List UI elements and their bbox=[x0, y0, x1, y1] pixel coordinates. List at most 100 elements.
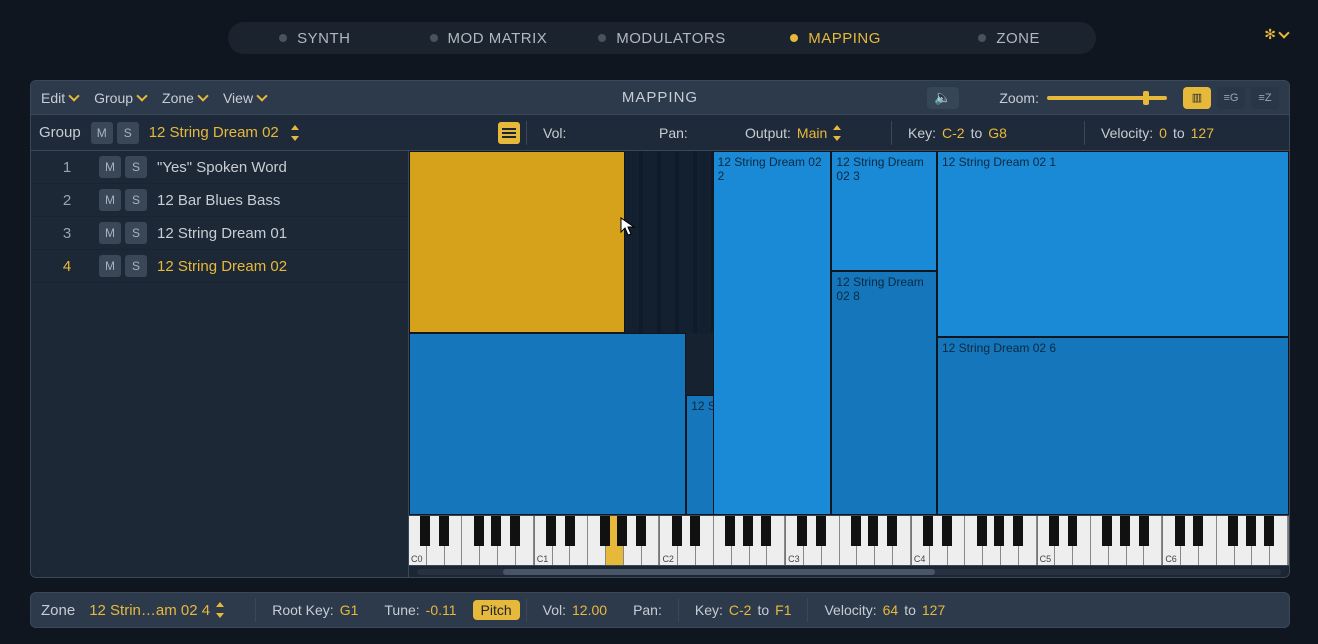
zoom-slider[interactable] bbox=[1047, 96, 1167, 100]
group-solo-button[interactable]: S bbox=[117, 122, 139, 144]
view-button-2[interactable]: ≡Z bbox=[1251, 87, 1279, 109]
tab-synth[interactable]: SYNTH bbox=[228, 30, 402, 47]
zone-box[interactable]: 12 String Dream 02 6 bbox=[937, 337, 1289, 515]
white-key[interactable] bbox=[498, 516, 516, 565]
list-view-button[interactable] bbox=[498, 122, 520, 144]
white-key[interactable] bbox=[930, 516, 948, 565]
white-key[interactable] bbox=[462, 516, 480, 565]
menu-view[interactable]: View bbox=[223, 90, 266, 106]
white-key[interactable] bbox=[516, 516, 534, 565]
zone-box[interactable]: 12 String Dream 02 8 bbox=[831, 271, 937, 515]
white-key[interactable] bbox=[1001, 516, 1019, 565]
zone-box[interactable] bbox=[409, 333, 686, 515]
octave[interactable]: C6 bbox=[1163, 516, 1289, 565]
menu-edit[interactable]: Edit bbox=[41, 90, 78, 106]
white-key[interactable] bbox=[1235, 516, 1253, 565]
zone-key-hi[interactable]: F1 bbox=[775, 602, 791, 618]
zone-select[interactable]: 12 Strin…am 02 4 bbox=[89, 602, 249, 619]
white-key[interactable] bbox=[678, 516, 696, 565]
settings-menu[interactable]: ✻ bbox=[1264, 26, 1288, 43]
white-key[interactable] bbox=[1199, 516, 1217, 565]
white-key[interactable] bbox=[767, 516, 785, 565]
white-key[interactable] bbox=[948, 516, 966, 565]
octave[interactable]: C2 bbox=[660, 516, 786, 565]
view-button-0[interactable]: ▥ bbox=[1183, 87, 1211, 109]
row-solo-button[interactable]: S bbox=[125, 222, 147, 244]
menu-zone[interactable]: Zone bbox=[162, 90, 207, 106]
white-key[interactable] bbox=[1252, 516, 1270, 565]
group-row[interactable]: 1MS"Yes" Spoken Word bbox=[31, 151, 408, 184]
white-key[interactable] bbox=[1127, 516, 1145, 565]
octave[interactable]: C5 bbox=[1038, 516, 1164, 565]
zone-box[interactable]: 12 String Dream 02 2 bbox=[713, 151, 832, 515]
white-key[interactable] bbox=[624, 516, 642, 565]
white-key[interactable] bbox=[480, 516, 498, 565]
root-key-value[interactable]: G1 bbox=[340, 602, 359, 618]
audition-button[interactable]: 🔈 bbox=[927, 87, 959, 109]
octave[interactable]: C0 bbox=[409, 516, 535, 565]
group-row[interactable]: 4MS12 String Dream 02 bbox=[31, 250, 408, 283]
view-button-1[interactable]: ≡G bbox=[1217, 87, 1245, 109]
white-key[interactable] bbox=[553, 516, 571, 565]
white-key[interactable] bbox=[1055, 516, 1073, 565]
white-key[interactable] bbox=[696, 516, 714, 565]
white-key[interactable] bbox=[1181, 516, 1199, 565]
tab-zone[interactable]: ZONE bbox=[922, 30, 1096, 47]
zone-velocity-hi[interactable]: 127 bbox=[922, 602, 945, 618]
white-key[interactable] bbox=[857, 516, 875, 565]
group-mute-button[interactable]: M bbox=[91, 122, 113, 144]
white-key[interactable] bbox=[1091, 516, 1109, 565]
white-key[interactable] bbox=[445, 516, 463, 565]
velocity-hi[interactable]: 127 bbox=[1191, 125, 1214, 141]
white-key[interactable] bbox=[875, 516, 893, 565]
white-key[interactable] bbox=[732, 516, 750, 565]
white-key[interactable] bbox=[1073, 516, 1091, 565]
group-row[interactable]: 3MS12 String Dream 01 bbox=[31, 217, 408, 250]
white-key[interactable] bbox=[840, 516, 858, 565]
zone-velocity-lo[interactable]: 64 bbox=[883, 602, 899, 618]
white-key[interactable] bbox=[1109, 516, 1127, 565]
white-key[interactable] bbox=[1217, 516, 1235, 565]
white-key[interactable] bbox=[588, 516, 606, 565]
white-key[interactable] bbox=[427, 516, 445, 565]
zone-key-lo[interactable]: C-2 bbox=[729, 602, 752, 618]
white-key[interactable] bbox=[1270, 516, 1288, 565]
white-key[interactable] bbox=[965, 516, 983, 565]
pitch-button[interactable]: Pitch bbox=[473, 600, 520, 620]
white-key[interactable] bbox=[983, 516, 1001, 565]
velocity-lo[interactable]: 0 bbox=[1159, 125, 1167, 141]
octave[interactable]: C3 bbox=[786, 516, 912, 565]
keyboard[interactable]: C0C1C2C3C4C5C6 bbox=[409, 515, 1289, 565]
output-value[interactable]: Main bbox=[797, 125, 827, 141]
stepper-icon[interactable] bbox=[833, 125, 843, 141]
tab-modulators[interactable]: MODULATORS bbox=[575, 30, 749, 47]
white-key[interactable] bbox=[804, 516, 822, 565]
white-key[interactable] bbox=[893, 516, 911, 565]
white-key[interactable] bbox=[1019, 516, 1037, 565]
white-key[interactable] bbox=[642, 516, 660, 565]
key-lo[interactable]: C-2 bbox=[942, 125, 965, 141]
white-key[interactable] bbox=[570, 516, 588, 565]
white-key[interactable] bbox=[606, 516, 624, 565]
zone-box[interactable] bbox=[409, 151, 625, 333]
zone-vol-value[interactable]: 12.00 bbox=[572, 602, 607, 618]
row-mute-button[interactable]: M bbox=[99, 222, 121, 244]
row-solo-button[interactable]: S bbox=[125, 255, 147, 277]
white-key[interactable] bbox=[750, 516, 768, 565]
zone-canvas[interactable]: 12 String Dream 02 712 String Dream 02 2… bbox=[409, 151, 1289, 515]
octave[interactable]: C4 bbox=[912, 516, 1038, 565]
row-solo-button[interactable]: S bbox=[125, 189, 147, 211]
group-row[interactable]: 2MS12 Bar Blues Bass bbox=[31, 184, 408, 217]
white-key[interactable] bbox=[714, 516, 732, 565]
key-hi[interactable]: G8 bbox=[988, 125, 1007, 141]
horizontal-scrollbar[interactable] bbox=[409, 565, 1289, 577]
zone-box[interactable]: 12 String Dream 02 3 bbox=[831, 151, 937, 271]
white-key[interactable] bbox=[822, 516, 840, 565]
row-mute-button[interactable]: M bbox=[99, 189, 121, 211]
tab-mod-matrix[interactable]: MOD MATRIX bbox=[402, 30, 576, 47]
row-mute-button[interactable]: M bbox=[99, 255, 121, 277]
white-key[interactable] bbox=[1144, 516, 1162, 565]
zone-box[interactable]: 12 String Dream 02 1 bbox=[937, 151, 1289, 337]
row-solo-button[interactable]: S bbox=[125, 156, 147, 178]
tab-mapping[interactable]: MAPPING bbox=[749, 30, 923, 47]
